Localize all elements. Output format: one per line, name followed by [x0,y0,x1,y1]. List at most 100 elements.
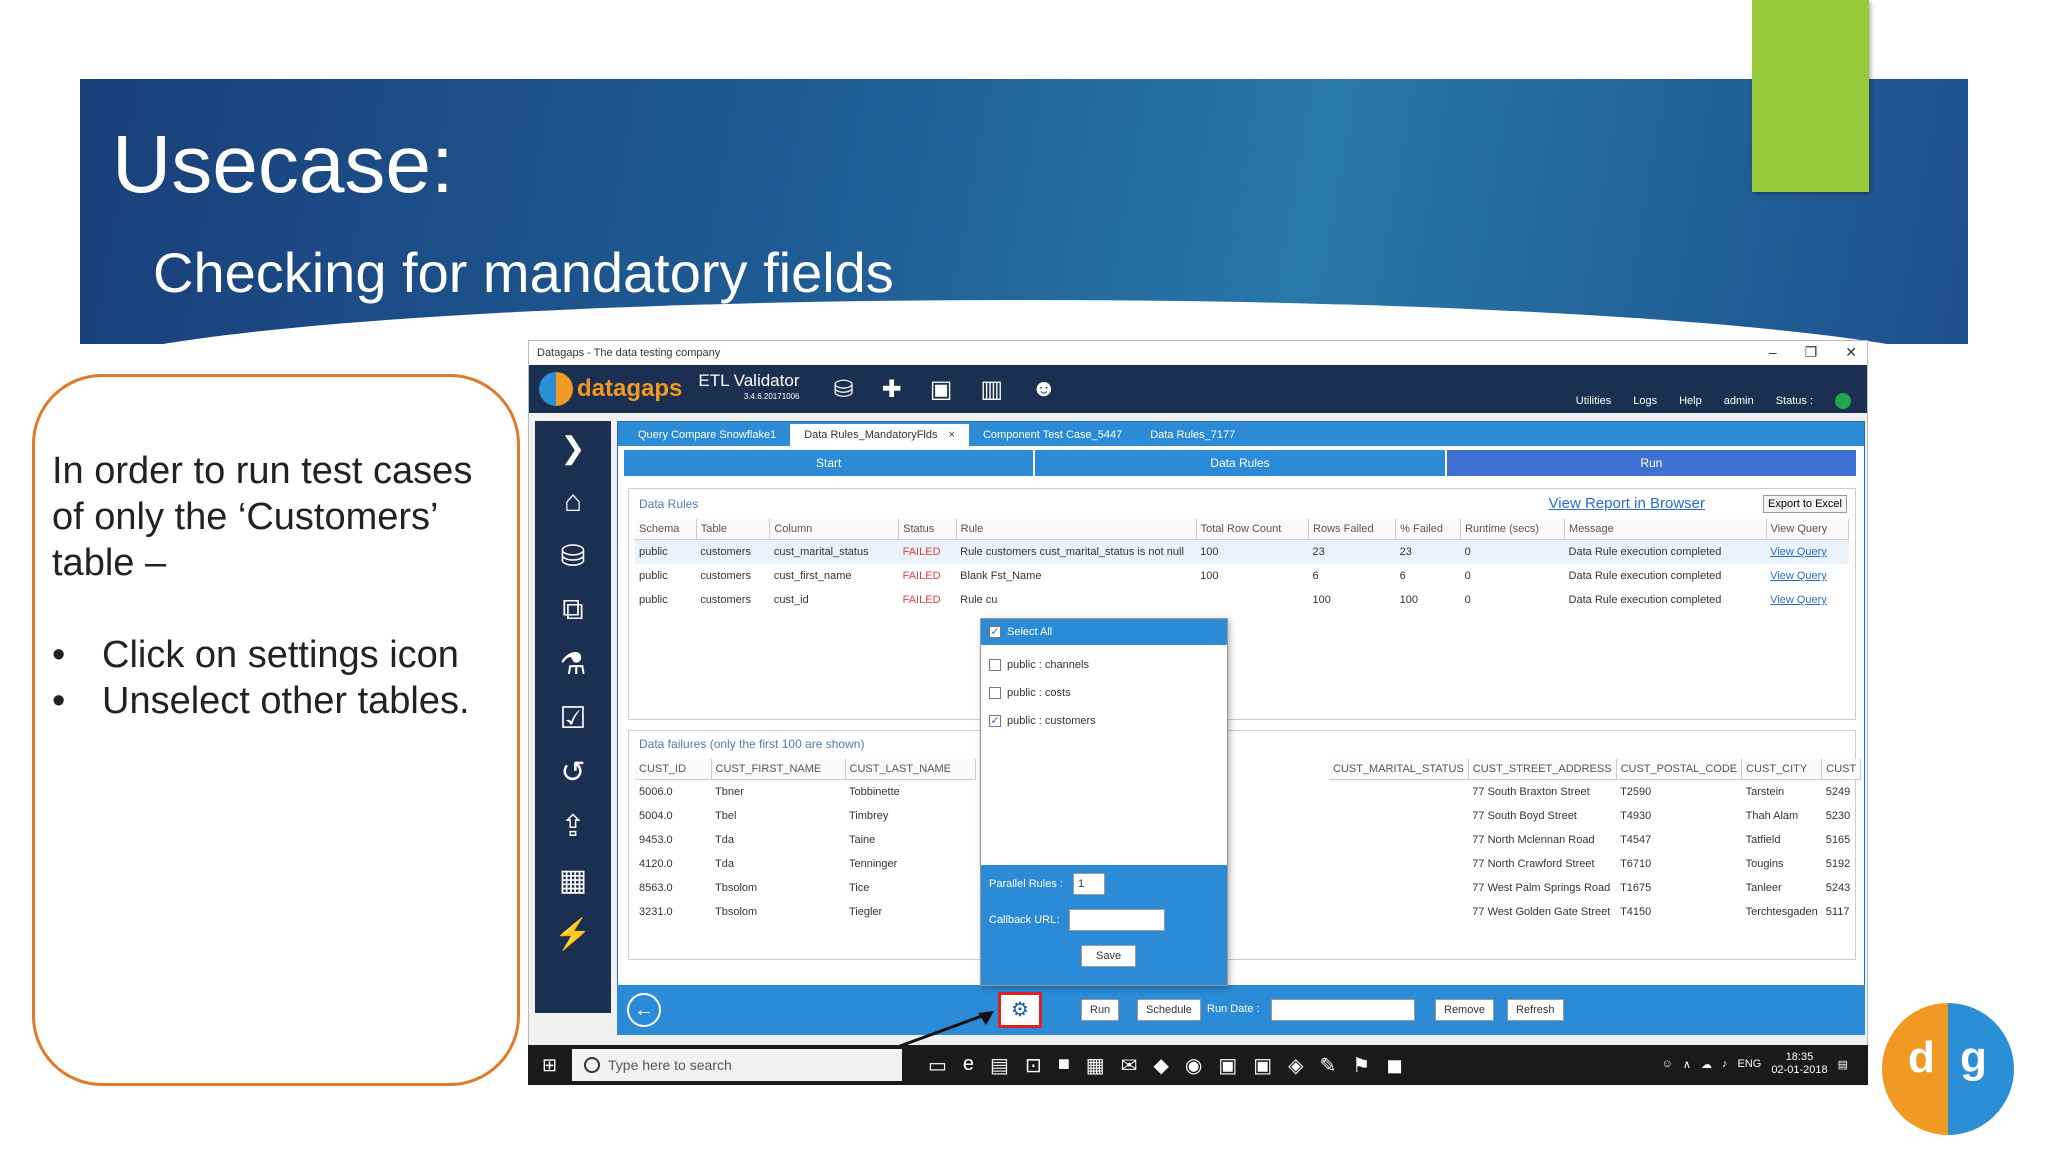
windows-start-icon[interactable]: ⊞ [542,1055,557,1076]
parallel-rules-stepper[interactable]: 1 [1072,873,1105,895]
logs-link[interactable]: Logs [1633,395,1657,407]
checkbox-icon[interactable]: ☑ [535,691,611,745]
app-icon[interactable]: ◼ [1386,1053,1403,1078]
option-checkbox[interactable] [989,687,1001,699]
database-icon[interactable]: ⛁ [535,529,611,583]
app-icon[interactable]: ✎ [1320,1053,1337,1078]
app-icon[interactable]: ■ [1058,1053,1070,1078]
table-row[interactable]: public customers cust_marital_status FAI… [635,539,1849,564]
col-cust-postal-code[interactable]: CUST_POSTAL_CODE [1616,759,1743,780]
settings-gear-icon[interactable]: ⚙ [998,992,1042,1028]
col-status[interactable]: Status [898,519,957,540]
table-row[interactable]: 4120.0 Tda Tenninger [635,852,975,876]
table-row[interactable]: public customers cust_first_name FAILED … [635,564,1849,588]
expand-chevron-icon[interactable]: ❯ [535,421,611,475]
col-cust-marital-status[interactable]: CUST_MARITAL_STATUS [1329,759,1469,780]
col-cust-city[interactable]: CUST_CITY [1741,759,1823,780]
users-icon[interactable]: ☻ [1031,375,1056,404]
volume-icon[interactable]: ♪ [1722,1058,1728,1070]
app-icon[interactable]: ▦ [1086,1053,1105,1078]
flask-icon[interactable]: ⚗ [535,637,611,691]
table-row[interactable]: 77 West Golden Gate Street T4150 Terchtesg… [1329,900,1861,924]
step-data-rules[interactable]: Data Rules [1035,450,1447,476]
table-row[interactable]: 77 South Braxton Street T2590 Tarstein 5249 [1329,780,1861,805]
col-column[interactable]: Column [769,519,900,540]
table-option[interactable]: ✓ public : customers [981,707,1227,735]
schedule-button[interactable]: Schedule [1137,999,1201,1021]
history-icon[interactable]: ↺ [535,745,611,799]
option-checkbox[interactable] [989,659,1001,671]
tab-close-icon[interactable]: × [949,429,955,441]
step-start[interactable]: Start [624,450,1036,476]
app-icon[interactable]: ◈ [1288,1053,1303,1078]
help-link[interactable]: Help [1679,395,1702,407]
tray-chevron-icon[interactable]: ∧ [1683,1058,1691,1071]
sql-icon[interactable]: ▣ [930,375,953,404]
word-icon[interactable]: ▣ [1253,1053,1272,1078]
col-view-query[interactable]: View Query [1766,519,1850,540]
option-checkbox[interactable]: ✓ [989,715,1001,727]
minimize-icon[interactable]: – [1769,344,1777,361]
export-icon[interactable]: ⇪ [535,799,611,853]
chrome-icon[interactable]: ◉ [1185,1053,1202,1078]
powerpoint-icon[interactable]: ▣ [1218,1053,1237,1078]
col-runtime[interactable]: Runtime (secs) [1460,519,1566,540]
col-message[interactable]: Message [1564,519,1767,540]
people-icon[interactable]: ☺ [1662,1058,1673,1070]
col-table[interactable]: Table [696,519,771,540]
hierarchy-icon[interactable]: ⧉ [535,583,611,637]
table-row[interactable]: 9453.0 Tda Taine [635,828,975,852]
save-button[interactable]: Save [1081,945,1137,967]
view-report-link[interactable]: View Report in Browser [1549,495,1705,512]
clock[interactable]: 18:35 02-01-2018 [1771,1051,1827,1077]
task-view-icon[interactable]: ▭ [928,1053,947,1078]
callback-url-select[interactable] [1069,909,1166,931]
col-cust-street-address[interactable]: CUST_STREET_ADDRESS [1468,759,1617,780]
table-row[interactable]: 5004.0 Tbel Timbrey [635,804,975,828]
home-icon[interactable]: ⌂ [535,475,611,529]
remove-button[interactable]: Remove [1435,999,1494,1021]
notifications-icon[interactable]: ▤ [1838,1058,1848,1071]
refresh-button[interactable]: Refresh [1507,999,1564,1021]
step-run[interactable]: Run [1446,450,1858,476]
table-row[interactable]: 77 North Mclennan Road T4547 Tatfield 5165 [1329,828,1861,852]
run-button[interactable]: Run [1081,999,1120,1021]
table-row[interactable]: public customers cust_id FAILED Rule cu … [635,588,1849,612]
calendar-icon[interactable]: ▦ [535,853,611,907]
app-icon[interactable]: ◆ [1153,1053,1168,1078]
export-excel-button[interactable]: Export to Excel [1763,495,1847,513]
col-cust-first-name[interactable]: CUST_FIRST_NAME [711,759,846,780]
app-icon[interactable]: ⚑ [1352,1053,1370,1078]
tab-data-rules-7177[interactable]: Data Rules_7177 [1136,424,1249,446]
col-cust-last-name[interactable]: CUST_LAST_NAME [845,759,976,780]
col-rule[interactable]: Rule [956,519,1197,540]
table-option[interactable]: public : channels [981,651,1227,679]
chart-icon[interactable]: ▥ [980,375,1003,404]
table-row[interactable]: 77 North Crawford Street T6710 Tougins 5192 [1329,852,1861,876]
table-option[interactable]: public : costs [981,679,1227,707]
col-total-row-count[interactable]: Total Row Count [1196,519,1310,540]
view-query-link[interactable]: View Query [1766,539,1849,564]
select-all-row[interactable]: ✓ Select All [981,619,1227,645]
tab-data-rules-mandatory[interactable]: Data Rules_MandatoryFlds × [790,424,969,446]
view-query-link[interactable]: View Query [1766,588,1848,612]
edge-icon[interactable]: e [963,1053,974,1078]
run-date-input[interactable] [1271,999,1415,1021]
table-row[interactable]: 77 West Palm Springs Road T1675 Tanleer 524… [1329,876,1861,900]
flow-icon[interactable]: ⚡ [535,907,611,961]
col-rows-failed[interactable]: Rows Failed [1308,519,1397,540]
taskbar-search-input[interactable]: Type here to search [572,1049,902,1081]
tab-component-test[interactable]: Component Test Case_5447 [969,424,1136,446]
restore-icon[interactable]: ❐ [1805,344,1818,361]
view-query-link[interactable]: View Query [1766,564,1848,588]
table-row[interactable]: 5006.0 Tbner Tobbinette [635,780,975,805]
back-arrow-icon[interactable]: ← [627,993,661,1027]
language-indicator[interactable]: ENG [1737,1058,1761,1070]
close-icon[interactable]: ✕ [1845,344,1857,361]
database-icon[interactable]: ⛁ [833,375,853,404]
table-row[interactable]: 3231.0 Tbsolom Tiegler [635,900,975,924]
tab-query-compare[interactable]: Query Compare Snowflake1 [624,424,790,446]
col-schema[interactable]: Schema [635,519,697,540]
utilities-link[interactable]: Utilities [1576,395,1611,407]
add-icon[interactable]: ✚ [882,375,902,404]
